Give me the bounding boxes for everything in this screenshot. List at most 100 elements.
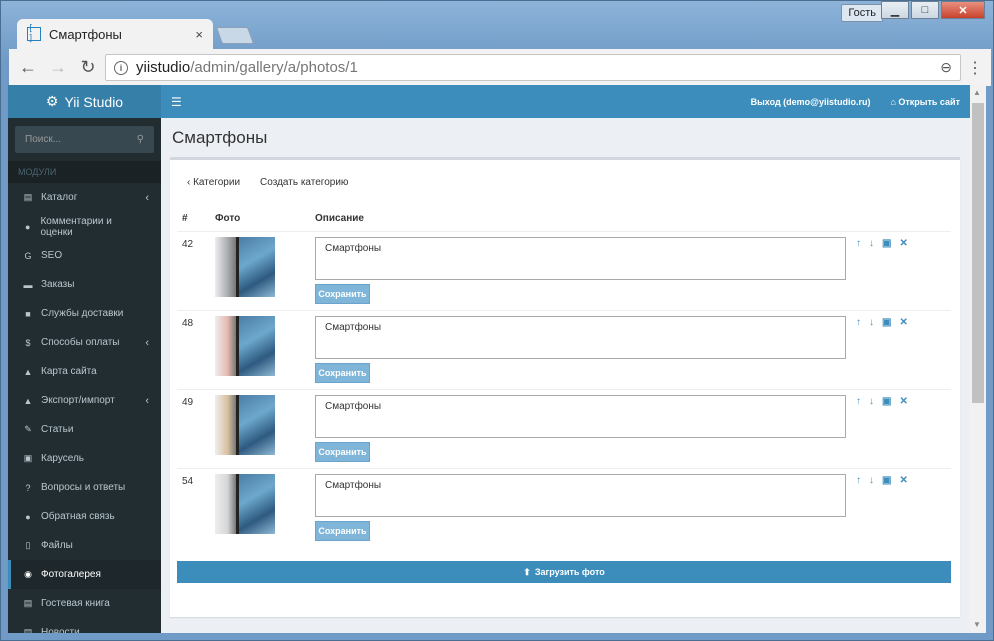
- sidebar-item-label: Способы оплаты: [41, 337, 120, 348]
- url-host: yiistudio: [136, 59, 191, 76]
- table-row: 48 Смартфоны Сохранить ↑ ↓ ▣ ✕: [177, 310, 951, 389]
- vertical-scrollbar[interactable]: ▲ ▼: [970, 85, 986, 633]
- menu-item-icon: G: [24, 250, 32, 261]
- arrow-up-icon[interactable]: ↑: [856, 396, 861, 407]
- sidebar-item[interactable]: ● Комментарии и оценки: [8, 212, 161, 241]
- scrollbar-thumb[interactable]: [972, 103, 984, 403]
- arrow-up-icon[interactable]: ↑: [856, 317, 861, 328]
- sidebar-item[interactable]: G SEO: [8, 241, 161, 270]
- arrow-down-icon[interactable]: ↓: [869, 475, 874, 486]
- reload-icon[interactable]: ↻: [75, 55, 101, 81]
- description-textarea[interactable]: Смартфоны: [315, 474, 846, 517]
- menu-item-icon: ▲: [23, 366, 33, 377]
- upload-label: Загрузить фото: [534, 567, 605, 577]
- sidebar-item[interactable]: ▤ Новости: [8, 618, 161, 633]
- browser-menu-icon[interactable]: ⋮: [965, 58, 985, 78]
- close-window-button[interactable]: ✕: [941, 1, 985, 19]
- save-button[interactable]: Сохранить: [315, 442, 370, 462]
- new-tab-button[interactable]: [215, 27, 255, 44]
- menu-item-icon: ▤: [23, 627, 33, 633]
- photo-thumbnail[interactable]: [215, 395, 275, 455]
- zoom-icon[interactable]: ⊖: [940, 59, 952, 76]
- delete-icon[interactable]: ✕: [899, 238, 907, 249]
- sidebar-item[interactable]: ✎ Статьи: [8, 415, 161, 444]
- create-category-link[interactable]: Создать категорию: [260, 177, 348, 188]
- sidebar-item[interactable]: ▤ Каталог ‹: [8, 183, 161, 212]
- delete-icon[interactable]: ✕: [899, 396, 907, 407]
- description-textarea[interactable]: Смартфоны: [315, 316, 846, 359]
- row-actions: ↑ ↓ ▣ ✕: [856, 238, 908, 249]
- sidebar-item[interactable]: ■ Службы доставки: [8, 299, 161, 328]
- sidebar-item-label: Статьи: [41, 424, 74, 435]
- photo-id: 49: [182, 397, 194, 408]
- sidebar-item[interactable]: ◉ Фотогалерея: [8, 560, 161, 589]
- sidebar-item[interactable]: ▬ Заказы: [8, 270, 161, 299]
- forward-arrow-icon[interactable]: →: [45, 55, 71, 81]
- guest-profile-button[interactable]: Гость: [841, 4, 883, 22]
- image-icon[interactable]: ▣: [882, 475, 891, 486]
- search-icon[interactable]: ⚲: [137, 134, 144, 145]
- browser-tab[interactable]: [ ] Смартфоны ×: [17, 19, 213, 49]
- sidebar-item-label: Гостевая книга: [41, 598, 110, 609]
- maximize-button[interactable]: □: [911, 1, 939, 19]
- arrow-down-icon[interactable]: ↓: [869, 317, 874, 328]
- photo-thumbnail[interactable]: [215, 474, 275, 534]
- url-text: yiistudio/admin/gallery/a/photos/1: [136, 59, 358, 76]
- delete-icon[interactable]: ✕: [899, 317, 907, 328]
- description-textarea[interactable]: Смартфоны: [315, 395, 846, 438]
- logout-link[interactable]: Выход (demo@yiistudio.ru): [751, 97, 871, 107]
- minimize-button[interactable]: ▁: [881, 1, 909, 19]
- sidebar-item[interactable]: ? Вопросы и ответы: [8, 473, 161, 502]
- sidebar-item-label: Файлы: [41, 540, 73, 551]
- phone-edge: [215, 474, 236, 534]
- image-icon[interactable]: ▣: [882, 317, 891, 328]
- menu-item-icon: ▤: [23, 192, 33, 202]
- arrow-up-icon[interactable]: ↑: [856, 475, 861, 486]
- column-header-description: Описание: [315, 213, 364, 224]
- upload-photo-button[interactable]: ⬆ Загрузить фото: [177, 561, 951, 583]
- back-to-categories-link[interactable]: ‹ Категории: [187, 177, 240, 188]
- phone-screen: [236, 316, 275, 376]
- image-icon[interactable]: ▣: [882, 396, 891, 407]
- menu-toggle-icon[interactable]: ☰: [171, 95, 182, 109]
- phone-edge: [215, 395, 236, 455]
- scroll-up-icon[interactable]: ▲: [973, 88, 981, 97]
- sidebar-item-label: Службы доставки: [41, 308, 124, 319]
- sidebar-item[interactable]: ▣ Карусель: [8, 444, 161, 473]
- save-button[interactable]: Сохранить: [315, 363, 370, 383]
- scroll-down-icon[interactable]: ▼: [973, 620, 981, 629]
- sidebar-search-input[interactable]: Поиск... ⚲: [15, 126, 154, 153]
- sidebar-item[interactable]: ▯ Файлы: [8, 531, 161, 560]
- logo[interactable]: ⚙ Yii Studio: [8, 85, 161, 118]
- sidebar-item[interactable]: ▲ Карта сайта: [8, 357, 161, 386]
- back-arrow-icon[interactable]: ←: [15, 55, 41, 81]
- sidebar-item[interactable]: $ Способы оплаты ‹: [8, 328, 161, 357]
- sidebar-item[interactable]: ▲ Экспорт/импорт ‹: [8, 386, 161, 415]
- sidebar-item-label: Карусель: [41, 453, 84, 464]
- arrow-up-icon[interactable]: ↑: [856, 238, 861, 249]
- sidebar-item[interactable]: ● Обратная связь: [8, 502, 161, 531]
- sidebar-item-label: Экспорт/импорт: [41, 395, 115, 406]
- sidebar-item-label: Карта сайта: [41, 366, 97, 377]
- category-links: ‹ Категории Создать категорию: [187, 177, 348, 188]
- arrow-down-icon[interactable]: ↓: [869, 396, 874, 407]
- chevron-left-icon: ‹: [145, 336, 149, 349]
- tab-close-icon[interactable]: ×: [195, 27, 203, 42]
- info-icon[interactable]: i: [114, 60, 128, 75]
- open-site-link[interactable]: ⌂ Открыть сайт: [890, 97, 960, 107]
- arrow-down-icon[interactable]: ↓: [869, 238, 874, 249]
- menu-item-icon: ▤: [23, 598, 33, 608]
- save-button[interactable]: Сохранить: [315, 284, 370, 304]
- photo-thumbnail[interactable]: [215, 237, 275, 297]
- save-button[interactable]: Сохранить: [315, 521, 370, 541]
- tab-title: Смартфоны: [49, 26, 122, 42]
- delete-icon[interactable]: ✕: [899, 475, 907, 486]
- photo-thumbnail[interactable]: [215, 316, 275, 376]
- column-header-id: #: [182, 213, 188, 224]
- sidebar-item-label: Обратная связь: [41, 511, 115, 522]
- description-textarea[interactable]: Смартфоны: [315, 237, 846, 280]
- sidebar-item[interactable]: ▤ Гостевая книга: [8, 589, 161, 618]
- address-bar[interactable]: i yiistudio/admin/gallery/a/photos/1 ⊖: [105, 54, 961, 81]
- image-icon[interactable]: ▣: [882, 238, 891, 249]
- phone-screen: [236, 237, 275, 297]
